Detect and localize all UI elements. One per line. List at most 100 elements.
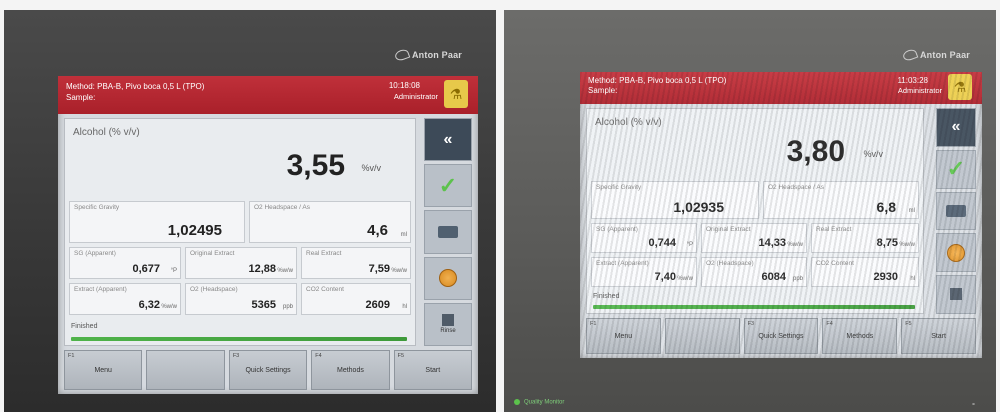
key-label: Start [931,332,946,340]
collapse-button[interactable]: « [424,118,472,162]
method-label: Method: PBA-B, Pivo boca 0,5 L (TPO) [588,76,727,85]
cell-value: 2609 [365,299,390,311]
cell-value: 4,6 [367,222,388,239]
cell-value: 5365 [251,299,276,311]
status-text: Finished [71,323,98,330]
key-label: Methods [336,366,364,374]
rinse-button[interactable] [936,275,976,314]
quick-settings-button[interactable]: F3 Quick Settings [743,318,819,354]
key-number: F1 [590,321,597,327]
function-keys: F1 Menu F3 Quick Settings F4 Methods F5 … [586,318,976,354]
result-cell: Real Extract 7,59 %w/w [301,247,411,279]
result-cell: SG (Apparent) 0,744 °P [591,223,697,253]
blank-key[interactable] [146,350,225,390]
cell-value: 12,88 [248,263,276,275]
status-text: Finished [593,293,620,300]
key-label: Menu [94,366,112,374]
checkmark-icon: ✓ [438,172,458,198]
function-keys: F1 Menu F3 Quick Settings F4 Methods F5 … [64,350,473,390]
result-cell: CO2 Content 2930 hl [811,257,919,287]
flask-icon[interactable]: ⚗ [444,80,468,108]
instrument-photo-right: Anton Paar Method: PBA-B, Pivo boca 0,5 … [504,10,996,412]
clock: 10:18:08 [388,81,420,90]
brand-logo: Anton Paar [393,47,462,63]
cell-unit: %w/w [161,304,177,310]
key-label: Methods [846,332,874,340]
cell-label: Extract (Apparent) [74,286,127,293]
cell-label: SG (Apparent) [596,226,638,233]
cell-value: 7,59 [368,263,390,275]
menu-button[interactable]: F1 Menu [586,318,661,354]
rinse-label: Rinse [440,328,456,335]
accept-button[interactable]: ✓ [936,149,976,189]
alcohol-unit: %v/v [863,149,883,159]
cell-unit: %w/w [391,268,407,274]
dial-label: ⚬ [970,402,976,408]
collapse-button[interactable]: « [936,108,976,147]
blank-key[interactable] [664,318,740,354]
side-toolbar: « ✓ [936,108,976,314]
cell-value: 1,02935 [673,199,724,215]
cell-label: Specific Gravity [74,204,120,211]
cell-unit: %w/w [677,276,693,282]
cell-label: O2 Headspace / As [254,204,311,211]
flask-icon[interactable]: ⚗ [948,74,972,100]
anton-paar-logo-icon [901,47,919,63]
cell-label: CO2 Content [816,260,854,267]
rinse-icon [442,314,454,327]
cell-value: 6084 [761,271,786,283]
result-cell: Specific Gravity 1,02495 [69,201,245,243]
print-button[interactable] [424,210,472,254]
result-cell: Extract (Apparent) 7,40 %w/w [591,257,697,287]
accept-button[interactable]: ✓ [424,164,472,208]
cell-unit: hl [402,304,407,310]
methods-button[interactable]: F4 Methods [311,350,390,390]
cell-label: Real Extract [306,250,342,257]
result-cell: O2 (Headspace) 5365 ppb [185,283,297,315]
print-button[interactable] [936,191,976,231]
start-button[interactable]: F5 Start [901,318,976,354]
result-cell: O2 (Headspace) 6084 ppb [701,257,807,287]
network-button[interactable] [936,233,976,273]
sample-label: Sample: [66,93,96,102]
alcohol-label: Alcohol (% v/v) [595,117,662,128]
sample-label: Sample: [588,86,618,95]
cell-value: 6,8 [876,199,896,215]
result-cell: Original Extract 12,88 %w/w [185,247,297,279]
cell-unit: %w/w [787,242,803,248]
alcohol-value: 3,80 [786,135,845,168]
start-button[interactable]: F5 Start [393,350,473,390]
cell-unit: ppb [792,276,803,282]
cell-label: O2 (Headspace) [706,260,754,267]
cell-label: CO2 Content [306,286,344,293]
cell-label: Specific Gravity [596,184,642,191]
cell-label: Original Extract [190,250,235,257]
network-button[interactable] [424,256,472,300]
brand-name: Anton Paar [411,50,462,60]
cell-unit: hl [910,276,915,282]
globe-icon [439,269,457,288]
user-label: Administrator [897,86,942,95]
result-cell: CO2 Content 2609 hl [301,283,411,315]
key-number: F5 [905,321,912,327]
key-label: Menu [614,332,633,340]
key-label: Quick Settings [245,366,291,374]
quick-settings-button[interactable]: F3 Quick Settings [228,350,308,390]
cell-unit: °P [170,268,177,274]
methods-button[interactable]: F4 Methods [822,318,898,354]
cell-label: Extract (Apparent) [596,260,649,267]
cell-label: O2 (Headspace) [190,286,238,293]
cell-label: SG (Apparent) [74,250,116,257]
cell-value: 6,32 [138,299,160,311]
menu-button[interactable]: F1 Menu [64,350,143,390]
printer-icon [946,204,966,217]
key-number: F4 [315,353,322,359]
cell-value: 8,75 [876,237,898,249]
cell-value: 7,40 [654,271,676,283]
rinse-button[interactable]: Rinse [424,302,472,347]
key-label: Start [425,366,441,374]
instrument-photo-left: Anton Paar Method: PBA-B, Pivo boca 0,5 … [4,10,496,412]
device-screen: Method: PBA-B, Pivo boca 0,5 L (TPO) Sam… [58,76,478,394]
key-label: Quick Settings [758,332,804,340]
title-bar: Method: PBA-B, Pivo boca 0,5 L (TPO) Sam… [58,76,478,114]
